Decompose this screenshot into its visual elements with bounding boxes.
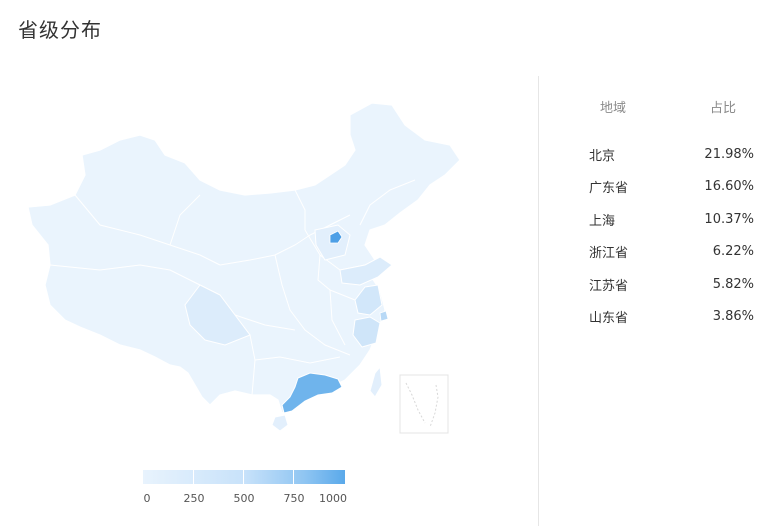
- legend-tick: [243, 470, 244, 484]
- legend-label: 1000: [319, 492, 347, 505]
- table-row[interactable]: 山东省 3.86%: [578, 301, 758, 334]
- table-row[interactable]: 上海 10.37%: [578, 203, 758, 236]
- china-map[interactable]: [20, 95, 500, 445]
- map-country-outline: [27, 102, 461, 414]
- table-header: 地域 占比: [578, 92, 758, 120]
- legend-label: 0: [143, 492, 151, 505]
- map-region-hainan[interactable]: [271, 414, 289, 432]
- row-region: 广东省: [589, 181, 629, 197]
- legend-label: 250: [183, 492, 205, 505]
- row-share: 3.86%: [712, 309, 754, 325]
- row-share: 6.22%: [712, 244, 754, 260]
- table-row[interactable]: 江苏省 5.82%: [578, 268, 758, 301]
- header-region: 地域: [599, 100, 626, 116]
- row-region: 山东省: [589, 311, 629, 327]
- legend-tick: [293, 470, 294, 484]
- row-share: 21.98%: [704, 146, 754, 162]
- row-share: 10.37%: [704, 211, 754, 227]
- row-region: 北京: [589, 148, 616, 164]
- legend-gradient-bar: [143, 470, 345, 484]
- page: 省级分布 0 250 500 750 1000 地域 占比 北京 21.98% …: [0, 0, 776, 526]
- legend-tick: [193, 470, 194, 484]
- page-title: 省级分布: [18, 18, 102, 42]
- vertical-divider: [538, 76, 539, 526]
- row-region: 上海: [589, 213, 616, 229]
- row-share: 5.82%: [712, 276, 754, 292]
- table-row[interactable]: 北京 21.98%: [578, 138, 758, 171]
- south-china-sea-inset: [399, 374, 449, 434]
- table-row[interactable]: 浙江省 6.22%: [578, 236, 758, 269]
- legend-label: 750: [283, 492, 305, 505]
- table-body: 北京 21.98% 广东省 16.60% 上海 10.37% 浙江省 6.22%…: [578, 138, 758, 333]
- row-region: 江苏省: [589, 278, 629, 294]
- map-region-taiwan[interactable]: [369, 365, 383, 398]
- row-share: 16.60%: [704, 179, 754, 195]
- legend-label: 500: [233, 492, 255, 505]
- header-share: 占比: [709, 100, 736, 116]
- color-legend: 0 250 500 750 1000: [143, 470, 347, 510]
- table-row[interactable]: 广东省 16.60%: [578, 171, 758, 204]
- map-region-shanghai[interactable]: [379, 310, 389, 322]
- region-share-table: 地域 占比 北京 21.98% 广东省 16.60% 上海 10.37% 浙江省…: [578, 92, 758, 333]
- row-region: 浙江省: [589, 246, 629, 262]
